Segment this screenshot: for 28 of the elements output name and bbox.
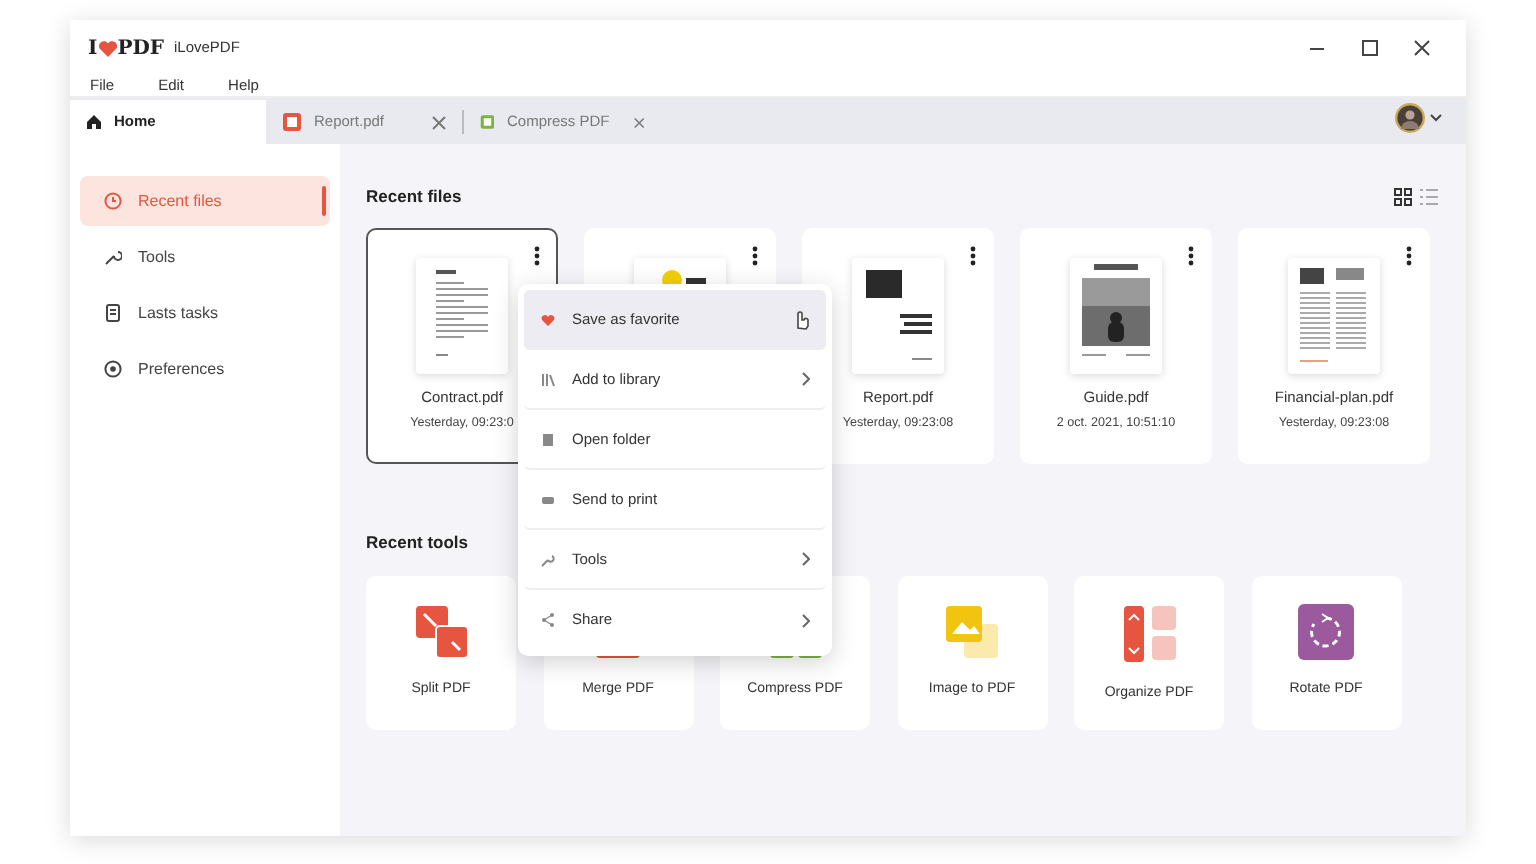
section-heading: Recent tools (366, 529, 471, 555)
more-icon[interactable] (1188, 245, 1194, 266)
close-icon[interactable] (1414, 40, 1430, 56)
home-icon (86, 114, 102, 130)
sidebar-item[interactable]: Lasts tasks (80, 288, 330, 338)
wrench-icon (540, 551, 556, 567)
maximize-icon[interactable] (1362, 40, 1378, 56)
caret-icon[interactable] (1430, 113, 1442, 121)
sidebar-item[interactable]: Tools (80, 232, 330, 282)
avatar[interactable] (1394, 101, 1426, 133)
clipboard-icon (104, 304, 122, 322)
grid-view-icon[interactable] (1394, 187, 1412, 206)
more-icon[interactable] (534, 245, 540, 266)
heart-icon (97, 39, 118, 57)
more-icon[interactable] (970, 245, 976, 266)
more-icon[interactable] (1406, 245, 1412, 266)
hand-cursor-icon (792, 308, 810, 330)
wrench-icon (104, 248, 122, 266)
section-heading: Recent files (366, 184, 462, 210)
gear-icon (104, 360, 122, 378)
clock-icon (104, 192, 122, 210)
heart-icon (540, 311, 556, 327)
sidebar-item[interactable]: Preferences (80, 344, 330, 394)
more-icon[interactable] (752, 245, 758, 266)
books-icon (540, 371, 556, 387)
logo-text: I (88, 35, 98, 63)
logo-text: PDF (117, 35, 164, 63)
share-icon (540, 612, 556, 628)
